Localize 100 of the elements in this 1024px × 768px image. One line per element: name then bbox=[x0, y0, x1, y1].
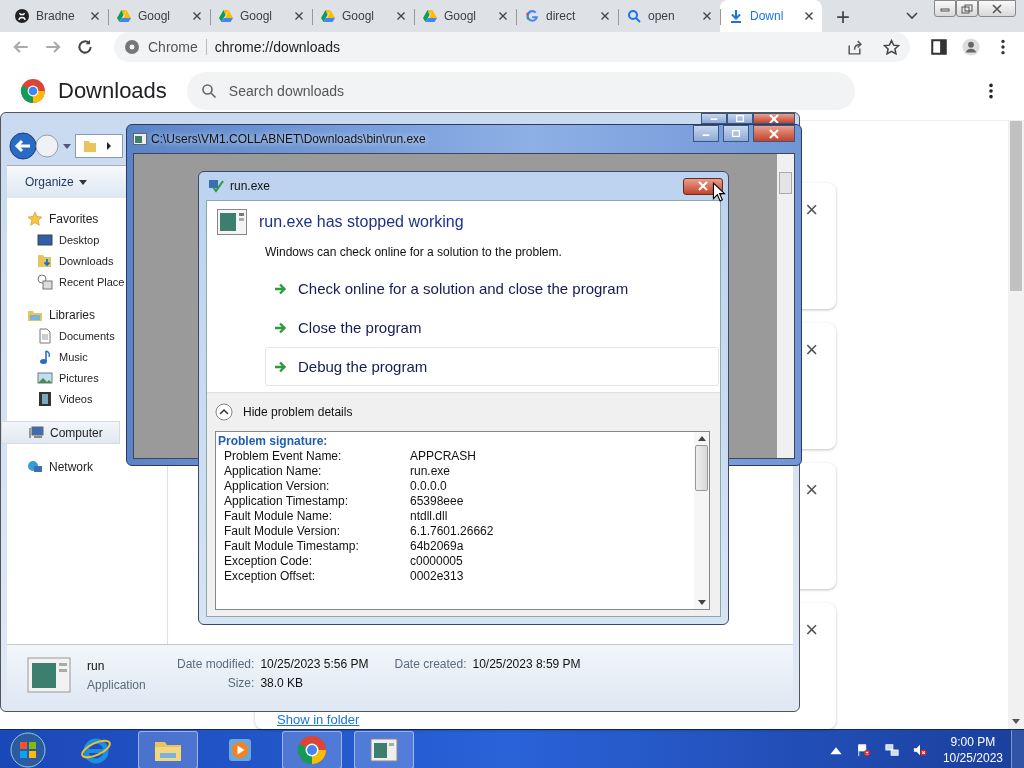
scrollbar[interactable] bbox=[694, 432, 709, 609]
details-toggle[interactable]: Hide problem details bbox=[215, 393, 710, 431]
scroll-down-icon[interactable] bbox=[697, 600, 706, 605]
command-link[interactable]: Debug the program bbox=[265, 347, 719, 386]
nav-item[interactable]: Network bbox=[7, 456, 93, 477]
nav-item[interactable]: Desktop bbox=[7, 229, 100, 250]
taskbar-button[interactable] bbox=[354, 731, 414, 768]
music-icon bbox=[37, 348, 53, 365]
signature-value: ntdll.dll bbox=[410, 508, 448, 523]
drive-icon bbox=[116, 8, 132, 24]
scrollbar[interactable] bbox=[1008, 121, 1024, 729]
share-icon[interactable] bbox=[846, 38, 863, 56]
minimize-button[interactable] bbox=[934, 0, 956, 17]
recent-icon bbox=[37, 273, 53, 290]
nav-item[interactable]: Libraries bbox=[7, 304, 96, 325]
scroll-up-icon[interactable] bbox=[697, 436, 706, 441]
restore-button[interactable] bbox=[956, 0, 978, 17]
close-icon[interactable] bbox=[396, 11, 406, 21]
close-icon[interactable] bbox=[702, 11, 712, 21]
close-icon[interactable] bbox=[600, 11, 610, 21]
close-icon[interactable] bbox=[90, 11, 100, 21]
nav-item[interactable]: Pictures bbox=[7, 367, 99, 388]
chrome-icon bbox=[124, 39, 140, 55]
flag-warning-icon[interactable] bbox=[856, 743, 871, 757]
address-bar[interactable]: Chrome chrome://downloads bbox=[114, 32, 910, 62]
star-icon[interactable] bbox=[883, 38, 900, 56]
nav-item[interactable]: Videos bbox=[7, 388, 93, 409]
show-in-folder-link[interactable]: Show in folder bbox=[277, 712, 360, 727]
shield-check-icon bbox=[208, 178, 224, 194]
maximize-button[interactable] bbox=[723, 125, 749, 142]
signature-value: 0.0.0.0 bbox=[410, 478, 447, 493]
new-tab-button[interactable]: + bbox=[828, 2, 858, 32]
scrollbar-thumb[interactable] bbox=[1010, 121, 1022, 291]
remove-button[interactable]: × bbox=[805, 477, 818, 503]
pictures-icon bbox=[37, 369, 53, 386]
search-field[interactable]: Search downloads bbox=[186, 72, 855, 110]
reload-icon[interactable] bbox=[76, 38, 94, 56]
remove-button[interactable]: × bbox=[805, 197, 818, 223]
clock-date: 10/25/2023 bbox=[942, 751, 1003, 765]
close-icon[interactable] bbox=[294, 11, 304, 21]
close-icon[interactable] bbox=[804, 11, 814, 21]
nav-item[interactable]: Recent Place bbox=[7, 271, 125, 292]
close-icon[interactable] bbox=[192, 11, 202, 21]
scrollbar-thumb[interactable] bbox=[779, 172, 792, 194]
minimize-button[interactable] bbox=[693, 125, 719, 142]
volume-muted-icon[interactable] bbox=[912, 743, 927, 757]
downloads-icon bbox=[37, 252, 53, 269]
nav-item[interactable]: Computer bbox=[1, 421, 120, 444]
scrollbar[interactable] bbox=[777, 154, 794, 458]
nav-item[interactable]: Favorites bbox=[7, 208, 99, 229]
show-desktop-button[interactable] bbox=[1011, 730, 1024, 768]
chevron-down-icon[interactable] bbox=[906, 12, 918, 20]
minimize-button[interactable] bbox=[701, 113, 727, 124]
signature-value: c0000005 bbox=[410, 553, 463, 568]
signature-value: run.exe bbox=[410, 463, 451, 478]
browser-tab[interactable]: Googl bbox=[414, 0, 516, 32]
drive-icon bbox=[218, 8, 234, 24]
nav-item[interactable]: Downloads bbox=[7, 250, 114, 271]
browser-tab[interactable]: open bbox=[618, 0, 720, 32]
browser-tab[interactable]: Downl bbox=[720, 0, 822, 32]
remove-button[interactable]: × bbox=[805, 617, 818, 643]
detail-label: Date created: bbox=[394, 657, 467, 671]
browser-tab[interactable]: Bradne bbox=[6, 0, 108, 32]
close-icon bbox=[991, 3, 1003, 14]
breadcrumb-arrow-icon[interactable] bbox=[106, 142, 112, 150]
nav-item[interactable]: Documents bbox=[7, 325, 115, 346]
browser-tab[interactable]: direct bbox=[516, 0, 618, 32]
command-link[interactable]: Close the program bbox=[265, 308, 719, 347]
browser-tab[interactable]: Googl bbox=[210, 0, 312, 32]
taskbar-button[interactable] bbox=[282, 731, 342, 768]
dropdown-arrow-icon[interactable] bbox=[63, 143, 71, 149]
organize-menu[interactable]: Organize bbox=[25, 175, 87, 189]
command-link[interactable]: Check online for a solution and close the program bbox=[265, 269, 719, 308]
browser-tab[interactable]: Googl bbox=[108, 0, 210, 32]
close-button[interactable] bbox=[978, 0, 1016, 17]
back-icon[interactable] bbox=[9, 132, 37, 160]
close-icon[interactable] bbox=[498, 11, 508, 21]
error-message: Windows can check online for a solution to the problem. bbox=[265, 245, 563, 259]
site-chip: Chrome bbox=[148, 39, 207, 55]
browser-tab[interactable]: Googl bbox=[312, 0, 414, 32]
signature-label: Application Version: bbox=[224, 478, 331, 493]
close-button[interactable] bbox=[753, 125, 795, 142]
search-icon bbox=[200, 83, 217, 99]
nav-item[interactable]: Music bbox=[7, 346, 88, 367]
remove-button[interactable]: × bbox=[805, 337, 818, 363]
application-icon bbox=[217, 209, 247, 235]
computer-icon bbox=[28, 424, 44, 441]
side-panel-icon[interactable] bbox=[930, 38, 948, 56]
videos-icon bbox=[37, 390, 53, 407]
network-icon[interactable] bbox=[884, 743, 899, 757]
restore-icon bbox=[961, 3, 973, 14]
scrollbar-thumb[interactable] bbox=[695, 445, 708, 491]
taskbar-button[interactable] bbox=[138, 731, 198, 768]
profile-avatar[interactable] bbox=[962, 38, 980, 56]
search-icon bbox=[626, 8, 642, 24]
windows-logo-icon bbox=[10, 732, 46, 768]
scroll-down-icon[interactable] bbox=[1011, 719, 1021, 725]
maximize-button[interactable] bbox=[727, 113, 753, 124]
desktop-icon bbox=[37, 231, 53, 248]
close-button[interactable] bbox=[753, 113, 795, 124]
